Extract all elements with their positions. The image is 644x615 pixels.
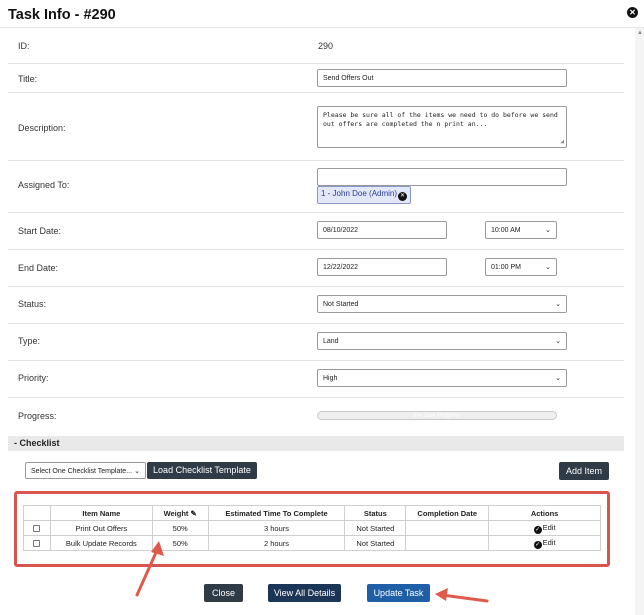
arrow-annotation-update: [435, 588, 489, 603]
annotation-arrows: [135, 541, 489, 603]
arrow-annotation-weight: [135, 541, 164, 597]
